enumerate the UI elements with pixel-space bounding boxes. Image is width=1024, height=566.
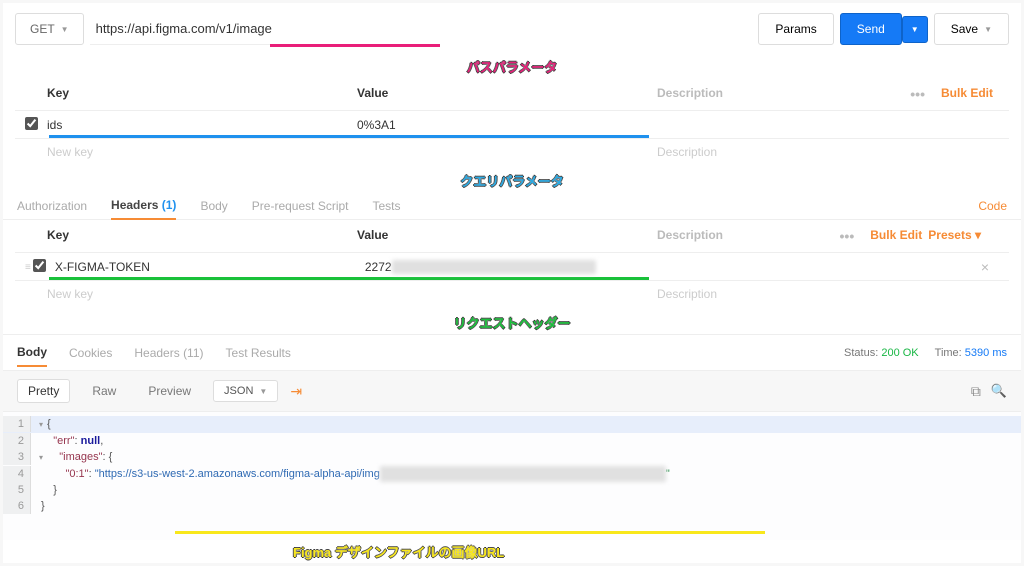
resp-headers-label: Headers <box>134 346 179 360</box>
annotation-underline-path <box>270 44 440 47</box>
new-desc-input[interactable]: Description <box>657 145 999 159</box>
header-value[interactable]: 2272xxxxxxxxxxxxxxxxxxxxxxxxxxxxxxxxxx <box>365 260 665 274</box>
tab-authorization[interactable]: Authorization <box>17 199 87 213</box>
col-value: Value <box>357 228 657 244</box>
col-desc: Description <box>657 228 830 244</box>
drag-icon[interactable]: ≡ <box>25 262 33 273</box>
presets-menu[interactable]: Presets <box>928 228 999 244</box>
tab-headers-label: Headers <box>111 198 158 212</box>
redacted: xxxxxxxxxxxxxxxxxxxxxxxxxxxxxxxxxx <box>392 260 596 274</box>
send-dropdown[interactable]: ▼ <box>902 16 928 43</box>
code-url: "https://s3-us-west-2.amazonaws.com/figm… <box>95 468 380 480</box>
request-tabs: Authorization Headers (1) Body Pre-reque… <box>3 192 1021 220</box>
view-preview[interactable]: Preview <box>138 380 201 402</box>
row-checkbox[interactable] <box>33 259 46 272</box>
col-key: Key <box>47 228 357 244</box>
save-button[interactable]: Save ▼ <box>934 13 1009 45</box>
redacted: xxxxxxxxxxxxxxxxxxxxxxxxxxxxxxxxxxxxxxxx… <box>380 466 666 482</box>
http-method-label: GET <box>30 22 55 36</box>
viewer-toolbar: Pretty Raw Preview JSON ▼ ⇥ ⧉ 🔍 <box>3 370 1021 412</box>
time-badge: Time: 5390 ms <box>935 347 1007 359</box>
row-checkbox[interactable] <box>25 117 38 130</box>
search-icon[interactable]: 🔍 <box>991 383 1007 400</box>
tab-tests[interactable]: Tests <box>373 199 401 213</box>
code-line: } <box>41 500 45 512</box>
table-row-new: New key Description <box>15 138 1009 165</box>
chevron-down-icon: ▼ <box>984 25 992 34</box>
col-key: Key <box>47 86 357 102</box>
code-key: "0:1" <box>65 468 88 480</box>
chevron-down-icon: ▼ <box>61 25 69 34</box>
bulk-edit[interactable]: Bulk Edit <box>935 86 999 102</box>
url-input-wrap <box>90 13 753 45</box>
new-desc-input[interactable]: Description <box>657 287 999 301</box>
headers-table: Key Value Description ••• Bulk Edit Pres… <box>3 220 1021 311</box>
header-key[interactable]: X-FIGMA-TOKEN <box>55 260 365 274</box>
url-input[interactable] <box>90 13 278 45</box>
more-icon[interactable]: ••• <box>830 228 865 244</box>
param-value[interactable]: 0%3A1 <box>357 118 657 132</box>
annotation-figma-url: Figma デザインファイルの画像URL <box>3 540 1021 563</box>
params-table: Key Value Description ••• Bulk Edit ids … <box>3 78 1021 169</box>
col-value: Value <box>357 86 657 102</box>
tab-body[interactable]: Body <box>200 199 227 213</box>
header-value-text: 2272 <box>365 260 392 274</box>
table-row: ≡ X-FIGMA-TOKEN 2272xxxxxxxxxxxxxxxxxxxx… <box>15 252 1009 281</box>
col-desc: Description <box>657 86 900 102</box>
chevron-down-icon: ▼ <box>911 25 919 34</box>
resp-tab-body[interactable]: Body <box>17 345 47 367</box>
response-editor[interactable]: 1▾{ 2 "err": null, 3▾ "images": { 4 "0:1… <box>3 412 1021 540</box>
code-link[interactable]: Code <box>978 199 1007 213</box>
view-pretty[interactable]: Pretty <box>17 379 70 403</box>
resp-tab-cookies[interactable]: Cookies <box>69 346 112 360</box>
tab-prerequest[interactable]: Pre-request Script <box>252 199 349 213</box>
headers-count: (1) <box>162 198 177 212</box>
view-raw[interactable]: Raw <box>82 380 126 402</box>
more-icon[interactable]: ••• <box>900 86 935 102</box>
resp-tab-tests[interactable]: Test Results <box>226 346 291 360</box>
resp-tab-headers[interactable]: Headers (11) <box>134 346 203 360</box>
annotation-underline-url <box>175 531 765 534</box>
format-label: JSON <box>224 385 253 397</box>
code-null: null <box>81 435 101 447</box>
code-key: "images" <box>59 451 102 463</box>
code-line: { <box>47 418 51 430</box>
code-key: "err" <box>53 435 74 447</box>
annotation-query-param: クエリパラメータ <box>3 169 1021 192</box>
response-tabs: Body Cookies Headers (11) Test Results S… <box>3 334 1021 370</box>
save-label: Save <box>951 22 978 36</box>
new-key-input[interactable]: New key <box>47 287 357 301</box>
params-button[interactable]: Params <box>758 13 833 45</box>
tab-headers[interactable]: Headers (1) <box>111 198 176 220</box>
annotation-req-header: リクエストヘッダー <box>3 311 1021 334</box>
table-row-new: New key Description <box>15 280 1009 307</box>
param-key[interactable]: ids <box>47 118 357 132</box>
copy-icon[interactable]: ⧉ <box>971 383 981 400</box>
status-badge: Status: 200 OK <box>844 347 919 359</box>
bulk-edit[interactable]: Bulk Edit <box>864 228 928 244</box>
resp-headers-count: (11) <box>183 346 203 360</box>
format-select[interactable]: JSON ▼ <box>213 380 278 402</box>
wrap-lines-icon[interactable]: ⇥ <box>290 383 302 400</box>
new-key-input[interactable]: New key <box>47 145 357 159</box>
http-method-select[interactable]: GET ▼ <box>15 13 84 45</box>
chevron-down-icon: ▼ <box>259 387 267 396</box>
send-button[interactable]: Send <box>840 13 902 45</box>
code-line: } <box>41 484 57 496</box>
annotation-path-param: パスパラメータ <box>3 55 1021 78</box>
close-icon[interactable]: × <box>981 259 989 275</box>
